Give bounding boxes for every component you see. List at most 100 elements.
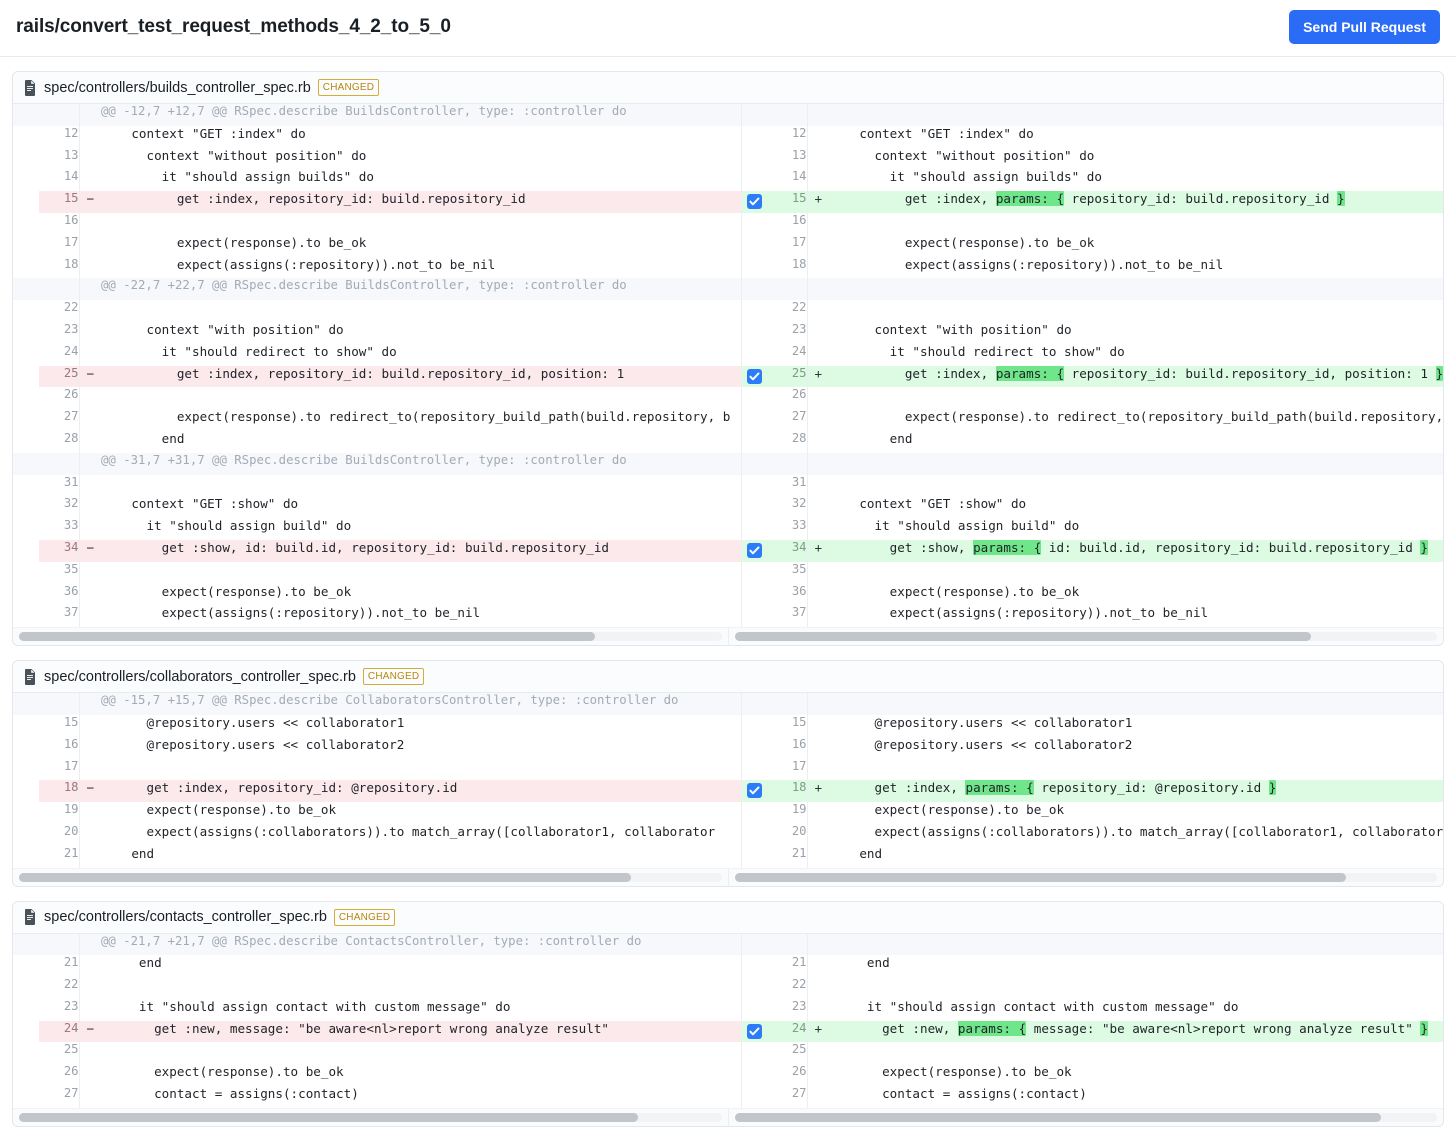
- right-change-marker: [807, 605, 829, 628]
- right-code-line: @repository.users << collaborator1: [829, 714, 1443, 737]
- send-pull-request-button[interactable]: Send Pull Request: [1289, 10, 1440, 44]
- left-line-number: 24: [39, 1020, 80, 1043]
- right-checkbox-cell[interactable]: [740, 539, 767, 562]
- left-line-number: 21: [39, 845, 80, 868]
- hunk-right-text: [829, 933, 1443, 956]
- right-change-marker: +: [807, 1020, 829, 1043]
- diff-context-row: 12 context "GET :index" do 12 context "GE…: [13, 125, 1443, 148]
- right-line-number: 34: [767, 539, 808, 562]
- right-checkbox-cell[interactable]: [740, 780, 767, 803]
- right-code-line: expect(assigns(:repository)).not_to be_n…: [829, 256, 1443, 279]
- hunk-left-num: [39, 933, 80, 956]
- right-checkbox-cell: [740, 518, 767, 540]
- line-select-checkbox[interactable]: [746, 783, 762, 799]
- left-scroll-thumb[interactable]: [19, 1112, 638, 1122]
- left-line-number: 15: [39, 191, 80, 213]
- file-path-label: spec/controllers/collaborators_controlle…: [44, 668, 356, 685]
- right-checkbox-cell: [740, 409, 767, 431]
- diff-change-row: 15− get :index, repository_id: build.rep…: [13, 191, 1443, 213]
- right-scroll-thumb[interactable]: [735, 872, 1346, 882]
- right-line-number: 13: [767, 147, 808, 170]
- right-line-number: 20: [767, 823, 808, 846]
- right-scroll-track[interactable]: [735, 632, 1437, 642]
- hunk-left-num: [39, 278, 80, 301]
- left-checkbox-cell: [13, 583, 39, 606]
- right-code-line: end: [829, 845, 1443, 868]
- right-change-marker: [807, 583, 829, 606]
- page-title: rails/convert_test_request_methods_4_2_t…: [16, 16, 451, 37]
- left-change-marker: [79, 714, 101, 737]
- hunk-left-text: @@ -31,7 +31,7 @@ RSpec.describe BuildsC…: [101, 452, 741, 475]
- right-checkbox-cell: [740, 147, 767, 170]
- right-checkbox-cell[interactable]: [740, 191, 767, 213]
- right-checkbox-cell: [740, 977, 767, 999]
- left-change-marker: [79, 605, 101, 628]
- left-change-marker: −: [79, 191, 101, 213]
- left-checkbox-cell: [13, 714, 39, 737]
- right-line-number: 26: [767, 387, 808, 410]
- line-select-checkbox[interactable]: [746, 368, 762, 384]
- diff-context-row: 17 17: [13, 758, 1443, 781]
- file-header: spec/controllers/builds_controller_spec.…: [13, 72, 1443, 104]
- hunk-right-num: [767, 693, 808, 715]
- right-checkbox-cell[interactable]: [740, 365, 767, 388]
- right-code-line: get :index, params: { repository_id: bui…: [829, 191, 1443, 213]
- left-scroll-track[interactable]: [19, 1112, 722, 1122]
- left-scroll-track[interactable]: [19, 632, 722, 642]
- right-scroll-thumb[interactable]: [735, 1112, 1381, 1122]
- diff-context-row: 16 @repository.users << collaborator2 16 …: [13, 736, 1443, 759]
- right-change-marker: [807, 387, 829, 410]
- word-highlight: params: {: [965, 780, 1034, 796]
- right-scroll-track[interactable]: [735, 872, 1437, 882]
- left-scroll-thumb[interactable]: [19, 872, 631, 882]
- hunk-right-num: [767, 104, 808, 126]
- right-checkbox-cell[interactable]: [740, 1020, 767, 1043]
- right-change-marker: [807, 300, 829, 322]
- right-code-line: expect(response).to be_ok: [829, 234, 1443, 257]
- left-checkbox-cell: [13, 430, 39, 453]
- right-line-number: 23: [767, 321, 808, 344]
- left-line-number: 36: [39, 583, 80, 606]
- right-scroll-thumb[interactable]: [735, 632, 1311, 642]
- diff-context-row: 23 it "should assign contact with custom…: [13, 998, 1443, 1021]
- left-code-line: @repository.users << collaborator2: [101, 736, 741, 759]
- left-code-line: [101, 1042, 741, 1065]
- file-icon: [25, 909, 35, 925]
- right-code-line: end: [829, 430, 1443, 453]
- left-checkbox-cell: [13, 823, 39, 846]
- right-line-number: 17: [767, 758, 808, 781]
- right-scroll-track[interactable]: [735, 1112, 1437, 1122]
- diff-context-row: 36 expect(response).to be_ok 36 expect(re…: [13, 583, 1443, 606]
- line-select-checkbox[interactable]: [746, 542, 762, 558]
- right-line-number: 21: [767, 845, 808, 868]
- diff-context-row: 26 expect(response).to be_ok 26 expect(re…: [13, 1064, 1443, 1087]
- left-checkbox-cell: [13, 234, 39, 257]
- right-line-number: 32: [767, 496, 808, 519]
- diff-context-row: 22 22: [13, 300, 1443, 322]
- hunk-checkbox-cell-right: [740, 933, 767, 956]
- right-code-line: [829, 758, 1443, 781]
- word-highlight: }: [1268, 780, 1277, 796]
- left-line-number: 17: [39, 234, 80, 257]
- left-scroll-area: [13, 628, 728, 645]
- file-icon: [25, 79, 35, 96]
- hunk-left-text: @@ -12,7 +12,7 @@ RSpec.describe BuildsC…: [101, 104, 741, 126]
- hunk-checkbox-cell-right: [740, 693, 767, 715]
- line-select-checkbox[interactable]: [746, 194, 762, 210]
- left-code-line: context "with position" do: [101, 321, 741, 344]
- right-line-number: 25: [767, 365, 808, 388]
- left-change-marker: [79, 1086, 101, 1108]
- right-line-number: 36: [767, 583, 808, 606]
- left-change-marker: [79, 474, 101, 497]
- check-icon: [749, 546, 760, 555]
- left-scroll-track[interactable]: [19, 872, 722, 882]
- hunk-left-num: [39, 104, 80, 126]
- left-code-line: context "GET :index" do: [101, 125, 741, 148]
- right-code-line: [829, 212, 1443, 235]
- right-change-marker: [807, 714, 829, 737]
- diff-change-row: 34− get :show, id: build.id, repository_…: [13, 539, 1443, 562]
- line-select-checkbox[interactable]: [746, 1023, 762, 1039]
- left-scroll-thumb[interactable]: [19, 632, 596, 642]
- left-code-line: expect(response).to be_ok: [101, 234, 741, 257]
- left-code-line: get :index, repository_id: @repository.i…: [101, 780, 741, 803]
